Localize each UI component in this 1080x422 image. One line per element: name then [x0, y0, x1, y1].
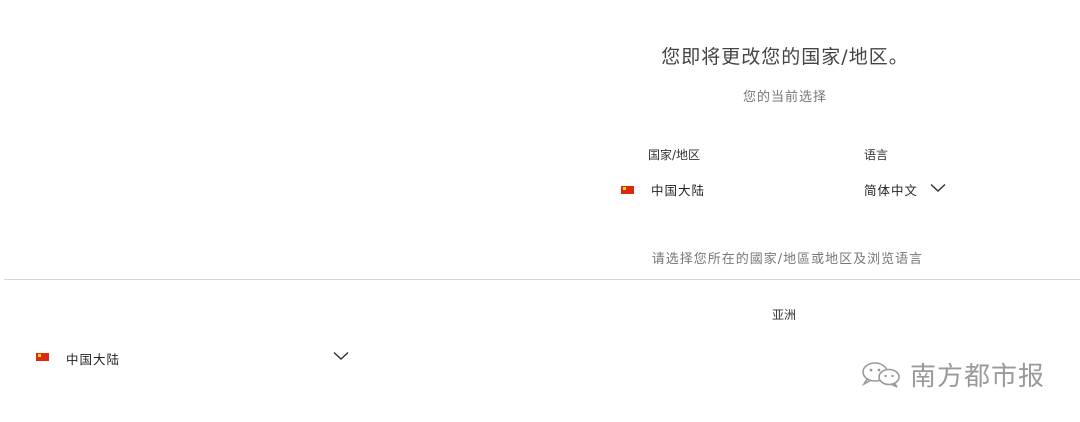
region-heading-asia: 亚洲: [772, 308, 797, 322]
country-column-label: 国家/地区: [648, 148, 701, 162]
country-region-selector-page: 您即将更改您的国家/地区。 您的当前选择 国家/地区 语言 中国大陆 简体中文 …: [0, 0, 1080, 422]
china-flag-icon: [36, 353, 49, 361]
country-select-value: 中国大陆: [66, 352, 121, 367]
china-flag-icon: [621, 186, 634, 194]
selection-instruction: 请选择您所在的國家/地區或地区及浏览语言: [651, 252, 924, 267]
page-title: 您即将更改您的国家/地区。: [661, 46, 909, 68]
wechat-icon: [858, 359, 906, 389]
watermark: 南方都市报: [858, 356, 1045, 392]
divider: [4, 279, 1080, 280]
current-selection-heading: 您的当前选择: [742, 90, 827, 105]
country-select-dropdown[interactable]: 中国大陆: [30, 342, 355, 370]
language-column-label: 语言: [864, 148, 889, 162]
current-country-value: 中国大陆: [651, 183, 706, 198]
language-dropdown-value[interactable]: 简体中文: [864, 180, 918, 199]
watermark-text: 南方都市报: [910, 361, 1046, 392]
chevron-down-icon[interactable]: [333, 351, 349, 361]
chevron-down-icon[interactable]: [930, 183, 946, 193]
